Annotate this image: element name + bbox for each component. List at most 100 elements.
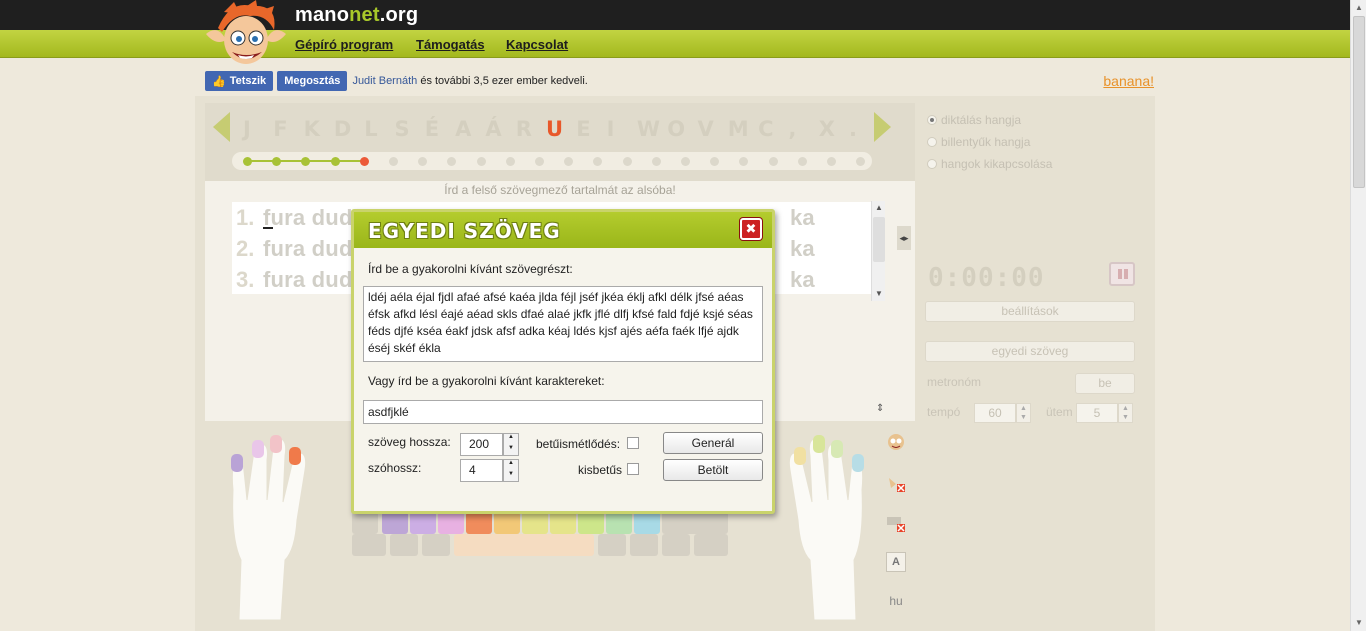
friend-name-link[interactable]: Judit Bernáth [352,75,417,87]
radio-button[interactable] [927,115,937,125]
word-length-spinner-icon[interactable] [503,459,519,482]
lesson-letter[interactable]: É [425,117,439,141]
exercise-scrollbar[interactable]: ▲ ▼ [871,201,885,301]
page-scrollbar[interactable]: ▲ ▼ [1350,0,1366,631]
progress-dot[interactable] [797,157,807,166]
logo-suffix: .org [379,4,419,26]
progress-dot[interactable] [681,157,690,166]
progress-dot[interactable] [389,157,398,166]
sound-option[interactable]: hangok kikapcsolása [927,157,1052,171]
close-icon[interactable]: ✖ [740,218,762,240]
sound-option-label: diktálás hangja [941,113,1022,127]
progress-dot[interactable] [622,157,632,166]
progress-dot[interactable] [827,157,836,166]
keyboard-key [494,512,520,534]
lesson-letter[interactable]: V [698,117,714,141]
custom-text-textarea[interactable]: ldéj aéla éjal fjdl afaé afsé kaéa jlda … [363,286,763,362]
site-logo[interactable]: manonet.org [295,4,418,27]
next-lesson-arrow-icon[interactable] [874,112,891,142]
lesson-letter[interactable]: D [334,117,351,141]
lesson-letter[interactable]: A [455,117,471,141]
nav-link-support[interactable]: Támogatás [416,37,485,52]
lesson-letter[interactable]: X [819,117,835,141]
tempo-input[interactable]: 60 [974,403,1016,423]
like-text: és további 3,5 ezer ember kedveli. [420,75,588,87]
dialog-title: EGYEDI SZÖVEG [368,219,561,243]
generate-button[interactable]: Generál [663,432,763,454]
language-toggle[interactable]: hu [886,594,906,614]
lesson-letter[interactable]: M [728,117,749,141]
progress-dot[interactable] [505,157,515,166]
progress-dot[interactable] [243,157,252,166]
tempo-spinner-icon[interactable]: ▲ ▼ [1016,403,1031,423]
scroll-down-icon[interactable]: ▼ [872,287,886,301]
nav-link-typing-program[interactable]: Gépíró program [295,37,393,52]
chars-input[interactable]: asdfjklé [363,400,763,424]
pause-button[interactable] [1109,262,1135,286]
beat-input[interactable]: 5 [1076,403,1118,423]
lesson-letter[interactable]: O [667,117,685,141]
custom-text-button[interactable]: egyedi szöveg [925,341,1135,362]
progress-dot[interactable] [768,157,778,166]
length-spinner-icon[interactable] [503,433,519,456]
radio-button[interactable] [927,159,937,169]
nav-link-contact[interactable]: Kapcsolat [506,37,568,52]
lesson-letter[interactable]: C [758,117,773,141]
mascot-logo[interactable] [200,0,292,72]
right-hand-image [788,435,864,620]
lesson-letter[interactable]: L [364,117,377,141]
metronome-label: metronóm [927,375,982,389]
lesson-letter[interactable]: U [546,117,563,141]
keyboard-key [466,512,492,534]
text-length-input[interactable]: 200 [460,433,503,456]
word-length-input[interactable]: 4 [460,459,503,482]
share-button[interactable]: Megosztás [277,71,348,91]
line-number: 3. [236,267,255,292]
exercise-line-end: ka [790,267,815,292]
lesson-letter[interactable]: Á [485,117,501,141]
lesson-letter[interactable]: . [849,117,857,141]
lesson-letter[interactable]: I [607,117,615,141]
repeat-checkbox[interactable] [627,437,639,449]
progress-dot[interactable] [651,157,661,166]
lesson-letter[interactable]: F [273,117,287,141]
like-button[interactable]: 👍 Tetszik [205,71,274,91]
hands-off-icon[interactable] [886,474,906,494]
metronome-toggle[interactable]: be [1075,373,1135,394]
keyboard-key [352,534,386,556]
prev-lesson-arrow-icon[interactable] [213,112,230,142]
beat-spinner-icon[interactable]: ▲ ▼ [1118,403,1133,423]
scroll-down-icon[interactable]: ▼ [1351,615,1366,631]
sound-option[interactable]: billentyűk hangja [927,135,1030,149]
lowercase-checkbox[interactable] [627,463,639,475]
scroll-up-icon[interactable]: ▲ [872,201,886,215]
mascot-face-icon[interactable] [886,432,906,452]
exercise-line-start: fura dud [263,236,353,261]
load-button[interactable]: Betölt [663,459,763,481]
scroll-thumb[interactable] [873,217,885,262]
progress-dot[interactable] [535,157,544,166]
radio-button[interactable] [927,137,937,147]
banana-link[interactable]: banana! [1103,73,1154,89]
lesson-letter[interactable]: W [637,117,660,141]
lesson-letter[interactable]: S [395,117,410,141]
keyboard-key [522,512,548,534]
lesson-letter[interactable]: E [576,117,590,141]
progress-dot[interactable] [359,157,369,166]
lesson-letter[interactable]: R [516,117,532,141]
sound-option[interactable]: diktálás hangja [927,113,1021,127]
lesson-letter[interactable]: K [304,117,320,141]
lesson-letter[interactable]: J [243,117,251,141]
keyboard-off-icon[interactable] [886,514,906,534]
lesson-letter[interactable]: , [788,117,796,141]
scroll-up-icon[interactable]: ▲ [1351,0,1366,16]
page-scroll-thumb[interactable] [1353,16,1365,188]
panel-toggle-icon[interactable]: ◂▸ [897,226,911,250]
dialog-header: EGYEDI SZÖVEG ✖ [354,212,772,248]
logo-prefix: mano [295,4,350,26]
resize-handle-icon[interactable]: ⇕ [876,403,884,414]
font-size-icon[interactable]: A [886,552,906,572]
progress-dot[interactable] [476,157,486,166]
settings-button[interactable]: beállítások [925,301,1135,322]
progress-dot[interactable] [330,157,340,166]
